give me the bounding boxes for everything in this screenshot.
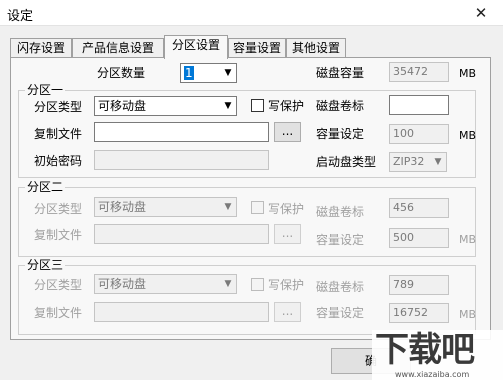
p2-copy-file-label: 复制文件 bbox=[34, 228, 83, 242]
tab-other-settings[interactable]: 其他设置 bbox=[286, 38, 346, 58]
title-bar: 设定 ✕ bbox=[0, 0, 503, 26]
partition-count-value: 1 bbox=[184, 66, 194, 80]
p2-type-value: 可移动盘 bbox=[98, 200, 147, 214]
p1-init-password-input bbox=[94, 150, 269, 170]
partition-count-select[interactable]: 1 ▼ bbox=[180, 63, 237, 83]
p3-volume-label-label: 磁盘卷标 bbox=[316, 280, 365, 294]
tab-partition-settings[interactable]: 分区设置 bbox=[164, 35, 228, 59]
watermark-logo: 下载吧 bbox=[375, 330, 475, 370]
p1-type-value: 可移动盘 bbox=[98, 99, 147, 113]
p1-write-protect-checkbox[interactable] bbox=[251, 99, 264, 112]
p2-volume-label-label: 磁盘卷标 bbox=[316, 205, 365, 219]
chevron-down-icon: ▼ bbox=[224, 68, 232, 78]
window-title: 设定 bbox=[7, 9, 34, 24]
p1-copy-file-input[interactable] bbox=[94, 122, 269, 142]
p1-boot-type-select: ZIP32 ▼ bbox=[389, 152, 447, 172]
p1-capacity-unit: MB bbox=[459, 129, 477, 142]
p2-type-label: 分区类型 bbox=[34, 202, 83, 216]
p2-write-protect-checkbox bbox=[251, 201, 264, 214]
p1-volume-label-input[interactable] bbox=[389, 95, 449, 115]
disk-capacity-label: 磁盘容量 bbox=[316, 66, 365, 80]
tab-flash-settings[interactable]: 闪存设置 bbox=[10, 38, 72, 58]
p3-write-protect-checkbox bbox=[251, 278, 264, 291]
partition-two-legend: 分区二 bbox=[25, 180, 66, 194]
p3-write-protect-label: 写保护 bbox=[268, 278, 305, 292]
p3-type-select: 可移动盘 ▼ bbox=[94, 274, 237, 294]
p2-capacity-label: 容量设定 bbox=[316, 233, 365, 247]
p1-capacity-field: 100 bbox=[389, 124, 449, 144]
p1-type-label: 分区类型 bbox=[34, 100, 83, 114]
p1-init-password-label: 初始密码 bbox=[34, 154, 83, 168]
p3-capacity-field: 16752 bbox=[389, 303, 449, 323]
tab-capacity-settings[interactable]: 容量设置 bbox=[228, 38, 286, 58]
p2-capacity-unit: MB bbox=[459, 233, 477, 246]
p1-boot-type-value: ZIP32 bbox=[393, 155, 425, 168]
p2-copy-file-input bbox=[94, 224, 269, 244]
chevron-down-icon: ▼ bbox=[434, 157, 442, 167]
p2-volume-label-input: 456 bbox=[389, 198, 449, 218]
partition-three-legend: 分区三 bbox=[25, 258, 66, 272]
p1-volume-label-label: 磁盘卷标 bbox=[316, 99, 365, 113]
disk-capacity-field: 35472 bbox=[389, 62, 449, 82]
p2-capacity-field: 500 bbox=[389, 228, 449, 248]
p3-copy-file-label: 复制文件 bbox=[34, 306, 83, 320]
p1-browse-button[interactable]: ... bbox=[274, 122, 301, 142]
p3-browse-button: ... bbox=[274, 302, 301, 322]
p3-type-label: 分区类型 bbox=[34, 278, 83, 292]
p3-type-value: 可移动盘 bbox=[98, 277, 147, 291]
p1-write-protect-label: 写保护 bbox=[268, 99, 305, 113]
partition-one-legend: 分区一 bbox=[25, 83, 66, 97]
chevron-down-icon: ▼ bbox=[224, 279, 232, 289]
chevron-down-icon: ▼ bbox=[224, 101, 232, 111]
p1-boot-type-label: 启动盘类型 bbox=[316, 155, 377, 169]
p1-type-select[interactable]: 可移动盘 ▼ bbox=[94, 96, 237, 116]
p2-browse-button: ... bbox=[274, 224, 301, 244]
tab-product-info[interactable]: 产品信息设置 bbox=[72, 38, 164, 58]
p3-copy-file-input bbox=[94, 302, 269, 322]
partition-count-label: 分区数量 bbox=[97, 66, 146, 80]
chevron-down-icon: ▼ bbox=[224, 202, 232, 212]
p3-capacity-unit: MB bbox=[459, 308, 477, 321]
p3-volume-label-input: 789 bbox=[389, 275, 449, 295]
p1-copy-file-label: 复制文件 bbox=[34, 127, 83, 141]
close-icon[interactable]: ✕ bbox=[459, 0, 503, 26]
p1-capacity-label: 容量设定 bbox=[316, 127, 365, 141]
p2-type-select: 可移动盘 ▼ bbox=[94, 197, 237, 217]
watermark-url: www.xiazaiba.com bbox=[395, 370, 470, 379]
disk-capacity-unit: MB bbox=[459, 67, 477, 80]
p2-write-protect-label: 写保护 bbox=[268, 202, 305, 216]
p3-capacity-label: 容量设定 bbox=[316, 306, 365, 320]
